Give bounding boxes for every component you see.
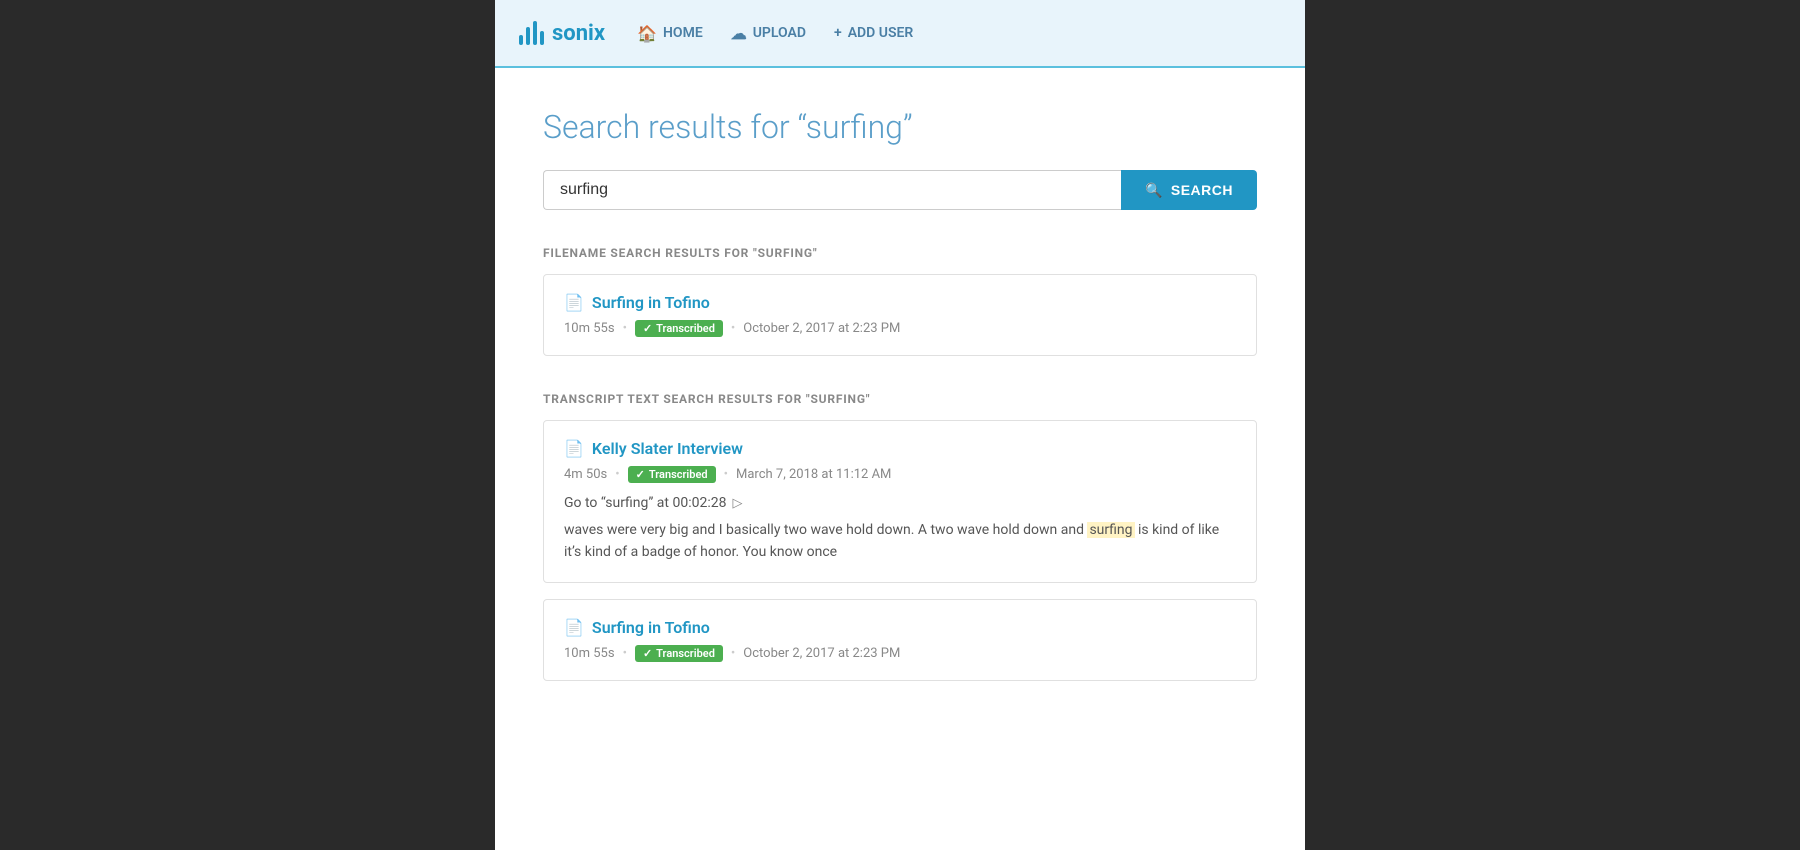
transcript-result-title-1[interactable]: 📄 Surfing in Tofino xyxy=(564,618,1236,637)
logo-icon xyxy=(519,21,544,45)
nav-upload-label: UPLOAD xyxy=(753,25,806,41)
search-input[interactable] xyxy=(543,170,1121,210)
transcript-section-title: TRANSCRIPT TEXT SEARCH RESULTS FOR "SURF… xyxy=(543,392,1257,406)
transcript-results-section: TRANSCRIPT TEXT SEARCH RESULTS FOR "SURF… xyxy=(543,392,1257,681)
filename-result-title-0[interactable]: 📄 Surfing in Tofino xyxy=(564,293,1236,312)
search-button[interactable]: 🔍 SEARCH xyxy=(1121,170,1257,210)
transcript-result-duration-0: 4m 50s xyxy=(564,467,607,482)
search-icon: 🔍 xyxy=(1145,182,1163,199)
search-bar: 🔍 SEARCH xyxy=(543,170,1257,210)
filename-section-title: FILENAME SEARCH RESULTS FOR "SURFING" xyxy=(543,246,1257,260)
transcript-result-title-0[interactable]: 📄 Kelly Slater Interview xyxy=(564,439,1236,458)
logo-text: sonix xyxy=(552,21,605,46)
filename-result-name-0: Surfing in Tofino xyxy=(592,293,710,312)
dot-0: • xyxy=(623,321,627,336)
transcript-transcribed-badge-0: ✓ Transcribed xyxy=(628,466,716,483)
file-icon-0: 📄 xyxy=(564,293,584,312)
check-icon-0: ✓ xyxy=(643,322,652,335)
transcript-before-0: waves were very big and I basically two … xyxy=(564,522,1087,538)
filename-result-duration-0: 10m 55s xyxy=(564,321,615,336)
dot-1: • xyxy=(731,321,735,336)
file-icon-t0: 📄 xyxy=(564,439,584,458)
transcript-result-card-0: 📄 Kelly Slater Interview 4m 50s • ✓ Tran… xyxy=(543,420,1257,583)
search-button-label: SEARCH xyxy=(1171,182,1233,198)
goto-text-0: Go to “surfing” at 00:02:28 xyxy=(564,495,726,511)
page-title: Search results for “surfing” xyxy=(543,108,1257,146)
transcript-result-name-0: Kelly Slater Interview xyxy=(592,439,743,458)
logo[interactable]: sonix xyxy=(519,21,605,46)
goto-link-0[interactable]: Go to “surfing” at 00:02:28 ▷ xyxy=(564,495,1236,511)
play-icon-0[interactable]: ▷ xyxy=(732,496,742,511)
transcript-result-meta-0: 4m 50s • ✓ Transcribed • March 7, 2018 a… xyxy=(564,466,1236,483)
filename-result-card-0: 📄 Surfing in Tofino 10m 55s • ✓ Transcri… xyxy=(543,274,1257,356)
main-nav: 🏠 HOME ☁ UPLOAD + ADD USER xyxy=(637,24,1281,43)
transcript-result-date-0: March 7, 2018 at 11:12 AM xyxy=(736,467,891,482)
filename-results-section: FILENAME SEARCH RESULTS FOR "SURFING" 📄 … xyxy=(543,246,1257,356)
transcript-result-meta-1: 10m 55s • ✓ Transcribed • October 2, 201… xyxy=(564,645,1236,662)
transcript-result-duration-1: 10m 55s xyxy=(564,646,615,661)
add-user-plus-icon: + xyxy=(834,25,842,41)
check-icon-t1: ✓ xyxy=(643,647,652,660)
transcript-result-name-1: Surfing in Tofino xyxy=(592,618,710,637)
transcript-text-0: waves were very big and I basically two … xyxy=(564,519,1236,564)
nav-add-user-label: ADD USER xyxy=(848,25,914,41)
nav-add-user[interactable]: + ADD USER xyxy=(834,25,913,41)
transcript-highlight-0: surfing xyxy=(1087,522,1134,538)
filename-result-date-0: October 2, 2017 at 2:23 PM xyxy=(743,321,900,336)
main-content: Search results for “surfing” 🔍 SEARCH FI… xyxy=(495,68,1305,850)
transcript-transcribed-badge-1: ✓ Transcribed xyxy=(635,645,723,662)
transcript-result-date-1: October 2, 2017 at 2:23 PM xyxy=(743,646,900,661)
nav-home-label: HOME xyxy=(663,25,703,41)
nav-upload[interactable]: ☁ UPLOAD xyxy=(731,24,806,43)
transcript-result-card-1: 📄 Surfing in Tofino 10m 55s • ✓ Transcri… xyxy=(543,599,1257,681)
home-icon: 🏠 xyxy=(637,24,657,43)
app-header: sonix 🏠 HOME ☁ UPLOAD + ADD USER xyxy=(495,0,1305,68)
filename-transcribed-badge-0: ✓ Transcribed xyxy=(635,320,723,337)
upload-icon: ☁ xyxy=(731,24,747,43)
check-icon-t0: ✓ xyxy=(636,468,645,481)
nav-home[interactable]: 🏠 HOME xyxy=(637,24,703,43)
file-icon-t1: 📄 xyxy=(564,618,584,637)
filename-result-meta-0: 10m 55s • ✓ Transcribed • October 2, 201… xyxy=(564,320,1236,337)
